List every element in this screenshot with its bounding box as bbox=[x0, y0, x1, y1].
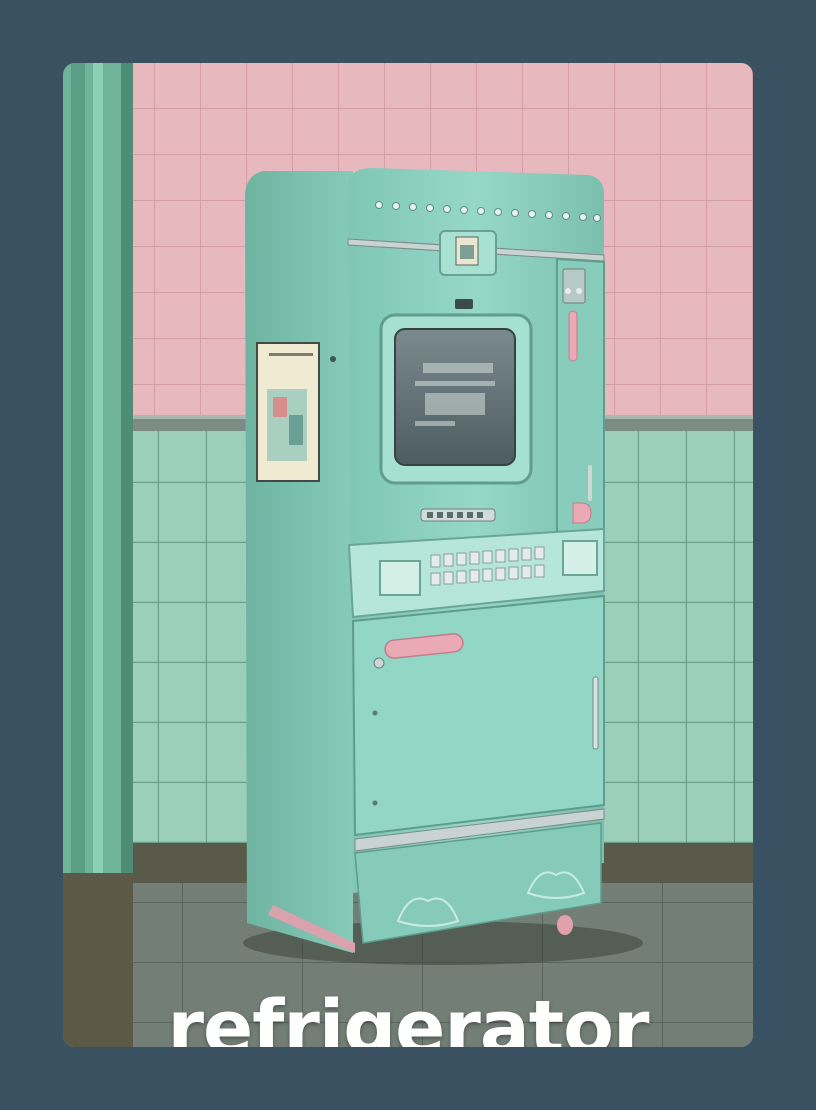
caption-title: refrigerator bbox=[167, 985, 649, 1047]
fridge-side bbox=[245, 171, 353, 953]
lower-door bbox=[351, 594, 605, 837]
refrigerator-photo bbox=[63, 63, 753, 1047]
illustration-card: refrigerator bbox=[63, 63, 753, 1047]
